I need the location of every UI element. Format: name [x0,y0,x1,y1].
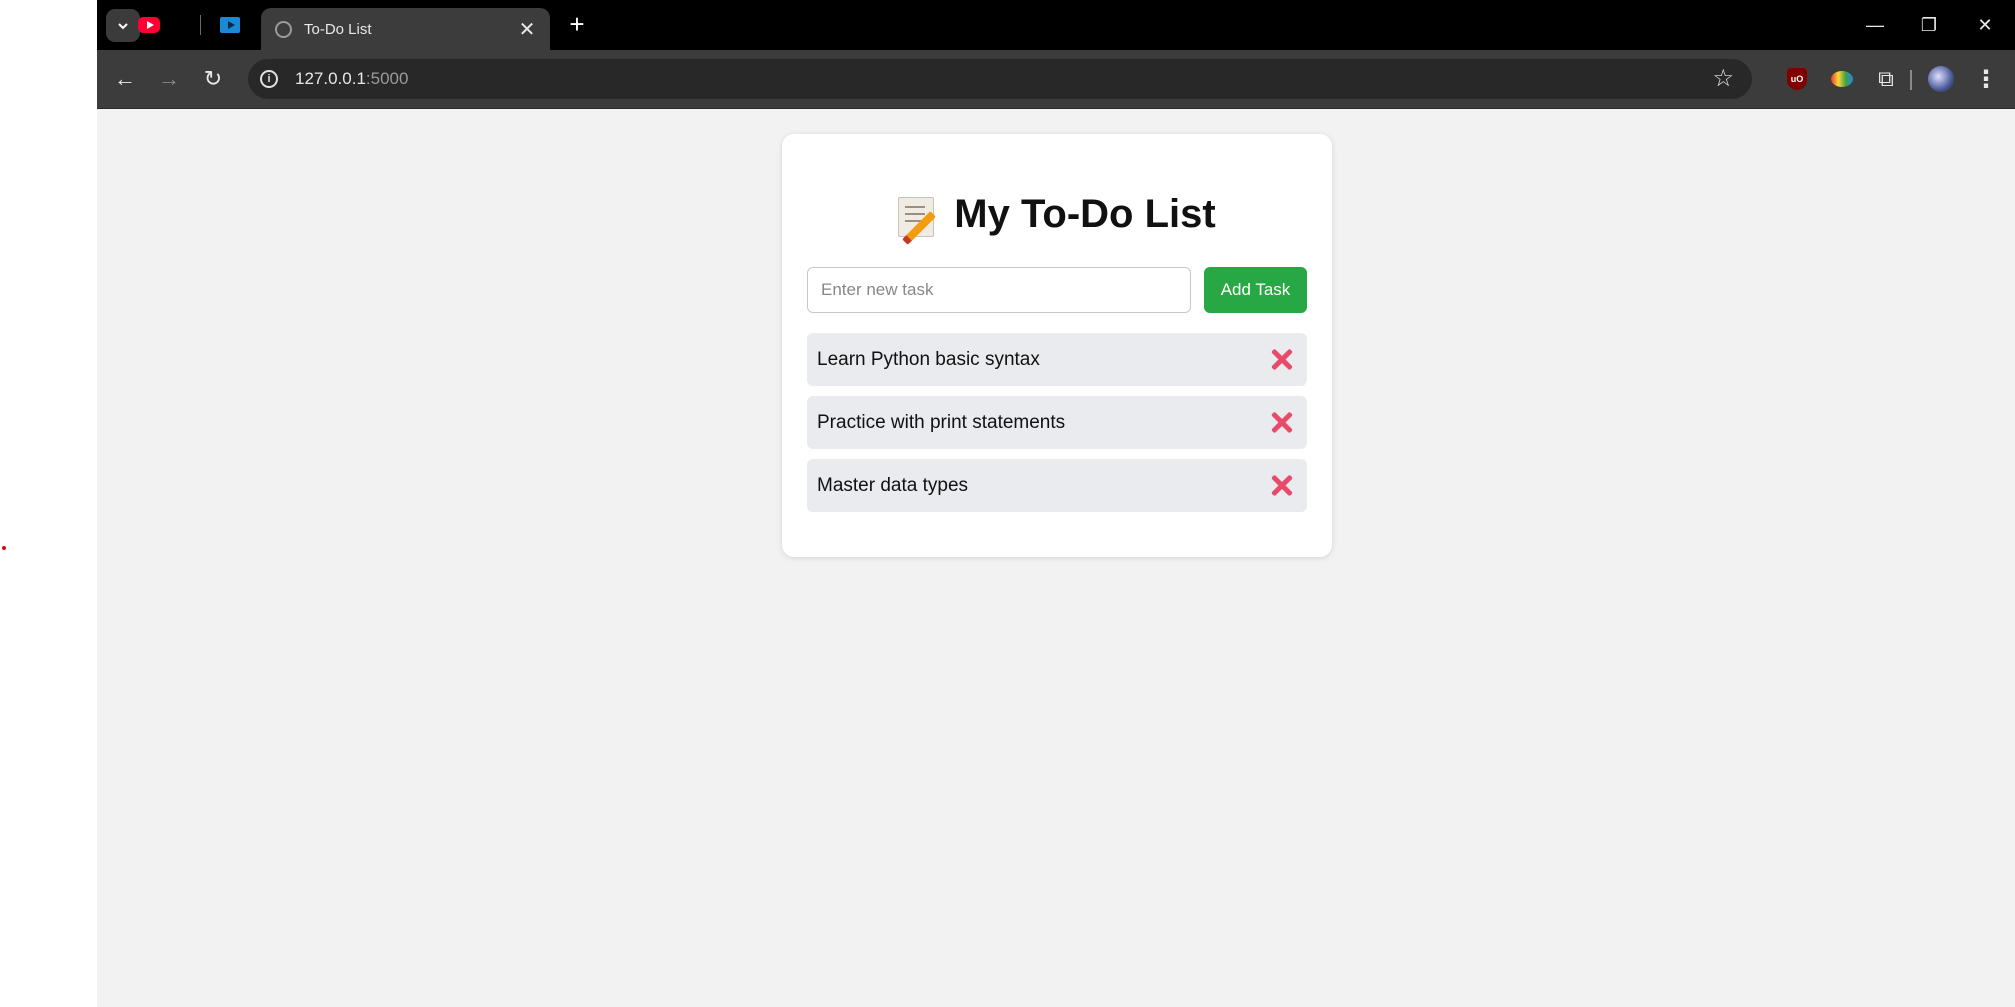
address-bar[interactable]: i 127.0.0.1 :5000 ☆ [248,59,1752,99]
task-label: Master data types [817,474,969,496]
youtube-icon [138,17,160,33]
color-extension-button[interactable] [1829,66,1855,92]
url-port: :5000 [365,69,409,88]
info-icon[interactable]: i [260,70,278,88]
minimize-button[interactable]: — [1855,10,1895,40]
list-item: Practice with print statements [807,396,1307,449]
tab-search-button[interactable] [106,9,140,42]
color-wheel-icon [1831,71,1853,87]
kebab-icon: ⋮ [1974,65,1998,93]
task-list: Learn Python basic syntax Practice with … [807,333,1307,522]
menu-button[interactable]: ⋮ [1973,65,1999,93]
pinned-tab-media[interactable] [218,13,242,37]
extensions-button[interactable]: ⧉ [1873,66,1899,92]
media-player-icon [220,17,240,33]
forward-button[interactable]: → [154,64,184,94]
restore-button[interactable]: ❐ [1909,10,1949,40]
browser-window: To-Do List ✕ + — ❐ ✕ ← → ↻ i 127.0.0.1 :… [97,0,2015,1007]
desktop-strip [0,0,97,1007]
page-title: My To-Do List [954,192,1216,236]
tab-close-icon[interactable]: ✕ [516,17,538,42]
ublock-icon: uO [1787,68,1807,90]
task-label: Practice with print statements [817,411,1066,433]
tab-strip: To-Do List ✕ + — ❐ ✕ [97,0,2015,50]
tab-todo-list[interactable]: To-Do List ✕ [261,8,550,50]
task-input[interactable] [807,267,1191,313]
page-content: My To-Do List Add Task Learn Python basi… [97,109,2015,1007]
globe-icon [275,20,292,38]
puzzle-icon: ⧉ [1878,66,1894,91]
new-tab-button[interactable]: + [563,11,591,39]
close-window-button[interactable]: ✕ [1965,10,2005,40]
browser-toolbar: ← → ↻ i 127.0.0.1 :5000 ☆ uO ⧉ ⋮ [97,50,2015,109]
delete-task-button[interactable] [1267,408,1297,438]
toolbar-separator [1910,70,1912,90]
back-button[interactable]: ← [110,64,140,94]
add-task-form: Add Task [807,267,1307,313]
memo-icon [898,196,935,237]
pinned-tab-youtube[interactable] [137,13,161,37]
red-dot-marker [2,546,6,550]
delete-task-button[interactable] [1267,345,1297,375]
task-label: Learn Python basic syntax [817,348,1040,370]
reload-button[interactable]: ↻ [198,64,228,94]
list-item: Learn Python basic syntax [807,333,1307,386]
todo-card: My To-Do List Add Task Learn Python basi… [782,134,1332,557]
title-row: My To-Do List [782,192,1332,237]
list-item: Master data types [807,459,1307,512]
star-icon[interactable]: ☆ [1712,65,1734,93]
avatar [1928,66,1954,92]
ublock-extension-button[interactable]: uO [1784,66,1810,92]
profile-button[interactable] [1928,66,1954,92]
add-task-button[interactable]: Add Task [1204,267,1307,313]
url-host: 127.0.0.1 [295,69,366,88]
delete-task-button[interactable] [1267,471,1297,501]
tab-separator [200,15,201,35]
tab-title: To-Do List [304,20,372,38]
chevron-down-icon [118,22,128,29]
